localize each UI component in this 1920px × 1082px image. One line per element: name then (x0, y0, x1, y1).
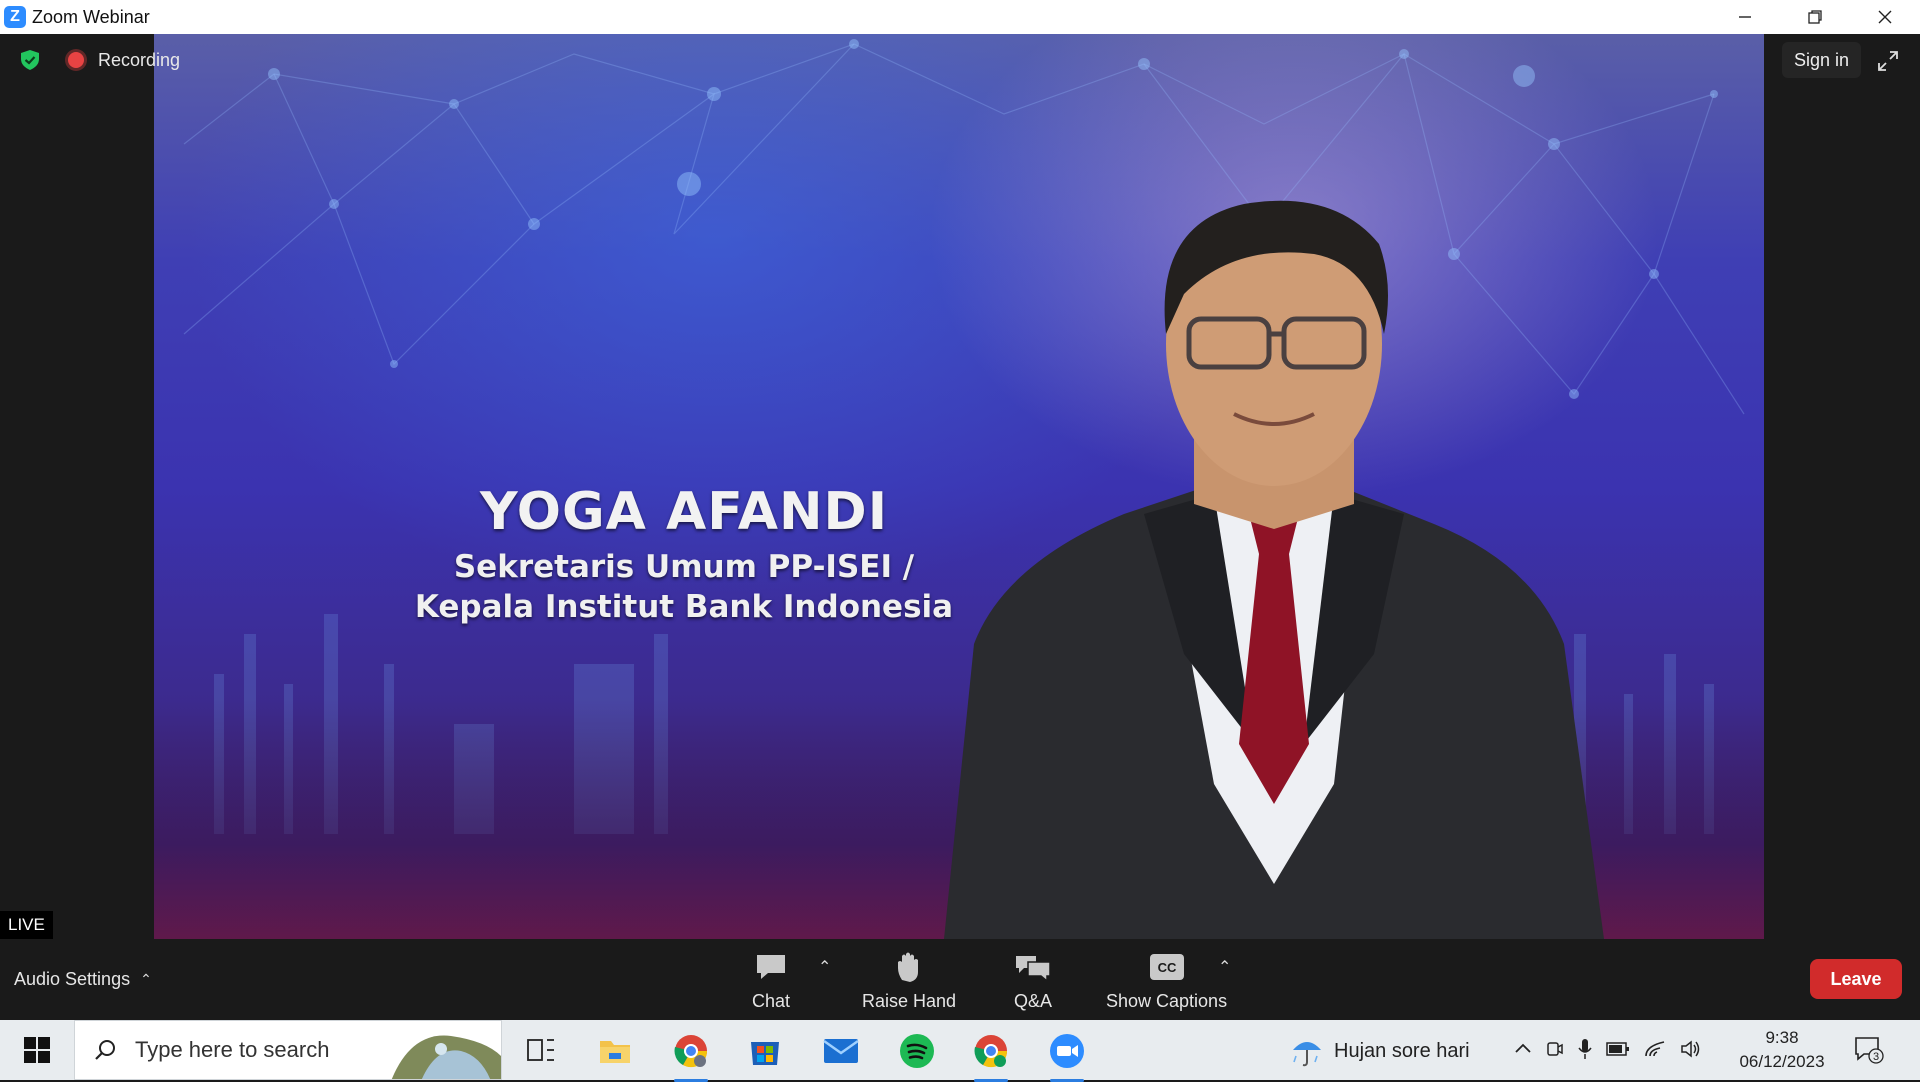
fullscreen-icon[interactable] (1870, 46, 1906, 76)
chat-label: Chat (752, 991, 791, 1011)
raise-hand-icon (894, 949, 924, 985)
speaker-name: YOGA AFANDI (479, 482, 889, 542)
close-button[interactable] (1850, 0, 1920, 34)
recording-label: Recording (98, 50, 181, 70)
chevron-up-icon: ⌃ (140, 971, 152, 987)
minimize-button[interactable] (1710, 0, 1780, 34)
file-explorer-icon[interactable] (590, 1028, 640, 1074)
captions-icon: CC (1149, 949, 1185, 985)
speaker-role: Sekretaris Umum PP-ISEI / Kepala Institu… (394, 547, 974, 627)
recording-indicator-icon (68, 52, 84, 68)
clock-time: 9:38 (1765, 1028, 1799, 1047)
rain-umbrella-icon (1293, 1042, 1321, 1067)
meeting-controls: Audio Settings ⌃ Chat ⌃ Raise Hand Q&A C… (0, 939, 1920, 1020)
show-captions-button[interactable]: CC Show Captions (1106, 949, 1227, 1012)
leave-button[interactable]: Leave (1810, 959, 1902, 999)
windows-start-icon[interactable] (10, 1020, 64, 1080)
microsoft-store-icon[interactable] (740, 1028, 790, 1074)
sign-in-button[interactable]: Sign in (1782, 42, 1862, 78)
volume-icon[interactable] (1680, 1039, 1702, 1059)
shared-video: YOGA AFANDI Sekretaris Umum PP-ISEI / Ke… (154, 34, 1764, 939)
chevron-up-icon[interactable] (1514, 1040, 1532, 1058)
chrome-icon[interactable] (666, 1028, 716, 1082)
system-tray (1514, 1038, 1702, 1060)
search-icon (95, 1040, 115, 1060)
audio-settings-button[interactable]: Audio Settings ⌃ (14, 969, 152, 990)
camera-in-use-icon[interactable] (1546, 1039, 1564, 1059)
svg-text:3: 3 (1873, 1051, 1879, 1063)
mail-icon[interactable] (816, 1028, 866, 1074)
search-highlight-illustration-icon (391, 1035, 501, 1079)
title-bar: Z Zoom Webinar (0, 0, 1920, 34)
chat-icon (754, 949, 788, 985)
qa-icon (1014, 949, 1052, 985)
svg-text:CC: CC (1157, 960, 1176, 975)
live-badge: LIVE (0, 911, 53, 939)
qa-label: Q&A (1014, 991, 1053, 1011)
window-controls (1710, 0, 1920, 34)
windows-taskbar: Type here to search Hujan sore hari 9:38 (0, 1020, 1920, 1082)
chat-options-chevron-icon[interactable]: ⌃ (818, 957, 831, 977)
weather-label: Hujan sore hari (1334, 1039, 1470, 1062)
wifi-icon[interactable] (1644, 1040, 1666, 1058)
speaker-role-line1: Sekretaris Umum PP-ISEI / (453, 549, 915, 585)
raise-hand-button[interactable]: Raise Hand (862, 949, 956, 1012)
raise-hand-label: Raise Hand (862, 991, 957, 1011)
task-view-icon[interactable] (516, 1028, 566, 1074)
zoom-logo-icon: Z (4, 6, 26, 28)
speaker-figure (944, 200, 1604, 939)
zoom-app-icon[interactable] (1042, 1028, 1092, 1082)
battery-icon[interactable] (1606, 1041, 1630, 1057)
chrome-profile-icon[interactable] (966, 1028, 1016, 1082)
spotify-icon[interactable] (892, 1028, 942, 1074)
security-shield-icon[interactable] (18, 48, 42, 72)
qa-button[interactable]: Q&A (1014, 949, 1052, 1012)
chat-button[interactable]: Chat (752, 949, 790, 1012)
meeting-area: YOGA AFANDI Sekretaris Umum PP-ISEI / Ke… (0, 34, 1920, 939)
weather-widget[interactable]: Hujan sore hari (1290, 1034, 1470, 1068)
taskbar-clock[interactable]: 9:38 06/12/2023 (1730, 1026, 1834, 1074)
audio-settings-label: Audio Settings (14, 969, 131, 989)
search-placeholder: Type here to search (135, 1037, 330, 1062)
speaker-role-line2: Kepala Institut Bank Indonesia (414, 589, 954, 625)
window-title: Zoom Webinar (32, 6, 150, 27)
clock-date: 06/12/2023 (1739, 1052, 1825, 1071)
restore-button[interactable] (1780, 0, 1850, 34)
microphone-icon[interactable] (1578, 1038, 1592, 1060)
captions-options-chevron-icon[interactable]: ⌃ (1218, 957, 1231, 977)
show-captions-label: Show Captions (1106, 991, 1228, 1011)
taskbar-search-box[interactable]: Type here to search (74, 1020, 502, 1080)
notification-center-icon[interactable]: 3 (1854, 1036, 1884, 1064)
